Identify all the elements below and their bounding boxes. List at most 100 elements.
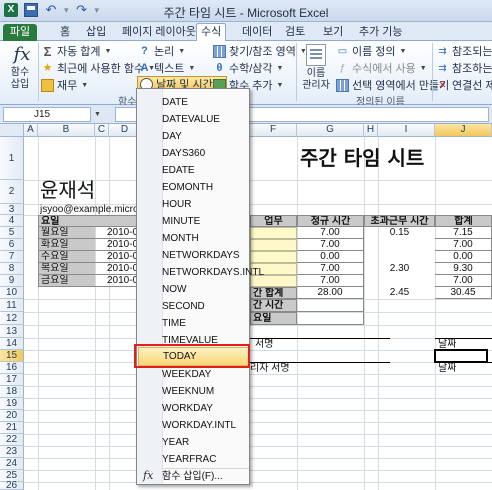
remove-arrows-button[interactable]: ✕ 연결선 제거 [436,77,492,93]
task-cell[interactable] [250,251,297,263]
chevron-down-icon[interactable]: ▼ [94,111,101,118]
chevron-down-icon: ▼ [276,81,284,89]
overtime-cell[interactable] [364,251,435,263]
regular-hours-cell[interactable]: 7.00 [297,263,364,275]
row-header[interactable]: 1 [0,137,24,180]
column-header[interactable]: J [435,124,492,137]
use-in-formula-button[interactable]: ƒ 수식에서 사용 ▼ [336,60,427,76]
tab-data[interactable]: 데이터 [238,24,276,41]
row-header[interactable]: 17 [0,374,24,386]
overtime-cell[interactable] [364,239,435,251]
row-header[interactable]: 12 [0,312,24,325]
tab-add-ins[interactable]: 추가 기능 [355,24,407,41]
row-header[interactable]: 23 [0,446,24,458]
tab-review[interactable]: 검토 [281,24,309,41]
regular-hours-cell[interactable]: 7.00 [297,275,364,287]
week-total-regular[interactable]: 28.00 [297,287,364,299]
row-header[interactable]: 2 [0,180,24,204]
tab-insert[interactable]: 삽입 [82,24,110,41]
row-header[interactable]: 9 [0,275,24,287]
date-cell[interactable]: 2010-07 [95,239,142,251]
column-header[interactable]: H [364,124,378,137]
active-cell-j15[interactable] [434,349,488,363]
lookup-reference-button[interactable]: 찾기/참조 영역 ▼ [213,43,307,59]
math-trig-button[interactable]: θ 수학/삼각 ▼ [213,60,284,76]
date-cell[interactable]: 2010-07 [95,227,142,239]
tab-page-layout[interactable]: 페이지 레이아웃 [118,24,200,41]
column-header[interactable]: A [24,124,38,137]
column-header[interactable]: G [297,124,364,137]
row-header[interactable]: 14 [0,338,24,350]
row-header[interactable]: 21 [0,422,24,434]
menu-item-insert-function[interactable]: 함수 삽입(F)... [138,467,249,486]
row-header[interactable]: 19 [0,398,24,410]
row-header[interactable]: 11 [0,299,24,312]
trace-precedents-button[interactable]: ⇉ 참조되는 셀 [436,43,492,59]
column-header[interactable]: B [38,124,95,137]
day-cell[interactable]: 수요일 [38,251,95,263]
trace-precedents-icon: ⇉ [438,45,447,57]
row-header[interactable]: 10 [0,287,24,299]
row-header[interactable]: 4 [0,215,24,227]
row-header[interactable]: 13 [0,325,24,338]
overtime-cell[interactable]: 0.15 [364,227,435,239]
week-total-overtime[interactable]: 2.45 [364,287,435,299]
task-cell[interactable] [250,227,297,239]
overtime-cell[interactable] [364,275,435,287]
rate-value[interactable] [297,312,364,325]
tab-home[interactable]: 홈 [56,24,74,41]
row-header[interactable]: 18 [0,386,24,398]
row-header[interactable]: 20 [0,410,24,422]
trace-dependents-button[interactable]: ⇉ 참조하는 셀 [436,60,492,76]
date-cell[interactable]: 2010-07 [95,275,142,287]
title-bar: X ↶ ▾ ↷ ▾ 주간 타임 시트 - Microsoft Excel [0,0,492,22]
regular-hours-cell[interactable]: 7.00 [297,239,364,251]
financial-button[interactable]: 재무 ▼ [41,77,88,93]
column-header[interactable]: F [250,124,297,137]
logical-button[interactable]: ? 논리 ▼ [138,43,185,59]
insert-function-icon[interactable]: fx [10,44,34,65]
row-header[interactable]: 3 [0,204,24,215]
day-cell[interactable]: 목요일 [38,263,95,275]
row-header[interactable]: 15 [0,350,24,362]
row-header[interactable]: 6 [0,239,24,251]
total-cell[interactable]: 7.00 [435,239,492,251]
define-name-button[interactable]: ▭ 이름 정의 ▼ [336,43,407,59]
autosum-button[interactable]: Σ 자동 합계 ▼ [41,43,112,59]
regular-hours-cell[interactable]: 7.00 [297,227,364,239]
regular-hours-cell[interactable]: 0.00 [297,251,364,263]
select-all-button[interactable] [0,124,24,137]
date-cell[interactable]: 2010-07 [95,263,142,275]
date-cell[interactable]: 2010-07 [95,251,142,263]
hourly-value[interactable] [297,299,364,312]
row-header[interactable]: 7 [0,251,24,263]
day-cell[interactable]: 월요일 [38,227,95,239]
row-header[interactable]: 26 [0,480,24,490]
row-header[interactable]: 8 [0,263,24,275]
total-cell[interactable]: 7.00 [435,275,492,287]
text-button[interactable]: A 텍스트 ▼ [138,60,196,76]
name-manager-button[interactable]: 이름 관리자 [298,68,334,92]
day-cell[interactable]: 금요일 [38,275,95,287]
tab-formulas[interactable]: 수식 [196,23,227,42]
column-header[interactable]: I [378,124,435,137]
window-title: 주간 타임 시트 - Microsoft Excel [163,6,329,20]
row-header[interactable]: 24 [0,458,24,470]
tab-file[interactable]: 파일 [3,24,37,41]
row-header[interactable]: 16 [0,362,24,374]
total-cell[interactable]: 7.15 [435,227,492,239]
task-header: 업무 [250,215,297,227]
name-box[interactable]: J15 [3,107,91,122]
column-header[interactable]: C [95,124,109,137]
name-manager-icon[interactable] [306,44,326,66]
week-total-total[interactable]: 30.45 [435,287,492,299]
tab-view[interactable]: 보기 [319,24,347,41]
row-header[interactable]: 22 [0,434,24,446]
day-cell[interactable]: 화요일 [38,239,95,251]
total-cell[interactable]: 0.00 [435,251,492,263]
task-cell[interactable] [250,239,297,251]
row-header[interactable]: 5 [0,227,24,239]
total-cell[interactable]: 9.30 [435,263,492,275]
insert-function-button[interactable]: 함수 삽입 [5,67,35,91]
overtime-cell[interactable]: 2.30 [364,263,435,275]
